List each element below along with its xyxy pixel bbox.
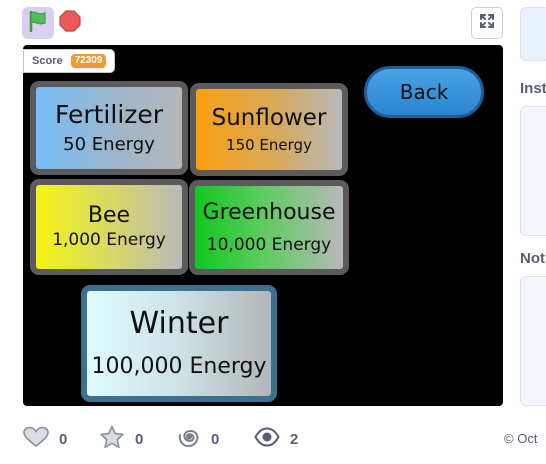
greenhouse-upgrade-button[interactable]: Greenhouse 10,000 Energy (189, 180, 349, 275)
winter-upgrade-button[interactable]: Winter 100,000 Energy (81, 285, 277, 402)
remix-swirl-icon (177, 425, 201, 453)
tile-cost: 100,000 Energy (91, 353, 267, 379)
project-thumbnail[interactable] (520, 7, 546, 61)
shared-date-text: Oct (517, 431, 538, 446)
tile-cost: 150 Energy (226, 135, 312, 154)
fullscreen-button[interactable] (471, 7, 503, 39)
score-monitor: Score 72309 (23, 49, 116, 73)
score-label: Score (32, 55, 63, 67)
tile-cost: 50 Energy (63, 133, 155, 155)
remix-count-item: 0 (177, 427, 219, 451)
tile-name: Bee (87, 203, 131, 229)
fullscreen-icon (479, 13, 495, 33)
star-icon (99, 425, 125, 453)
green-flag-icon (28, 10, 48, 36)
stop-button[interactable] (58, 10, 82, 36)
favorite-count: 0 (135, 430, 144, 448)
tile-name: Winter (129, 306, 229, 342)
shared-date: © Oct (504, 431, 537, 446)
notes-panel (520, 276, 546, 406)
score-value: 72309 (70, 54, 107, 68)
eye-icon (254, 427, 280, 451)
tile-name: Greenhouse (202, 199, 336, 225)
favorite-button[interactable]: 0 (99, 425, 144, 453)
view-count-item: 2 (254, 427, 298, 451)
fertilizer-upgrade-button[interactable]: Fertilizer 50 Energy (30, 81, 188, 175)
copyright-icon: © (504, 431, 514, 446)
remix-count: 0 (211, 430, 220, 448)
love-button[interactable]: 0 (23, 426, 68, 452)
instructions-heading: Inst (520, 80, 546, 97)
stop-icon (59, 10, 81, 36)
project-stage[interactable]: Score 72309 Fertilizer 50 Energy Sunflow… (23, 45, 503, 406)
heart-icon (23, 426, 49, 452)
tile-cost: 10,000 Energy (206, 234, 332, 255)
green-flag-button[interactable] (22, 7, 54, 39)
tile-name: Sunflower (211, 105, 327, 132)
tile-cost: 1,000 Energy (52, 230, 166, 251)
tile-name: Fertilizer (54, 99, 164, 129)
view-count: 2 (290, 430, 299, 448)
instructions-panel (520, 106, 546, 236)
bee-upgrade-button[interactable]: Bee 1,000 Energy (30, 179, 188, 275)
sunflower-upgrade-button[interactable]: Sunflower 150 Energy (190, 83, 348, 176)
notes-heading: Not (520, 250, 545, 267)
love-count: 0 (59, 430, 68, 448)
back-button[interactable]: Back (364, 66, 484, 118)
